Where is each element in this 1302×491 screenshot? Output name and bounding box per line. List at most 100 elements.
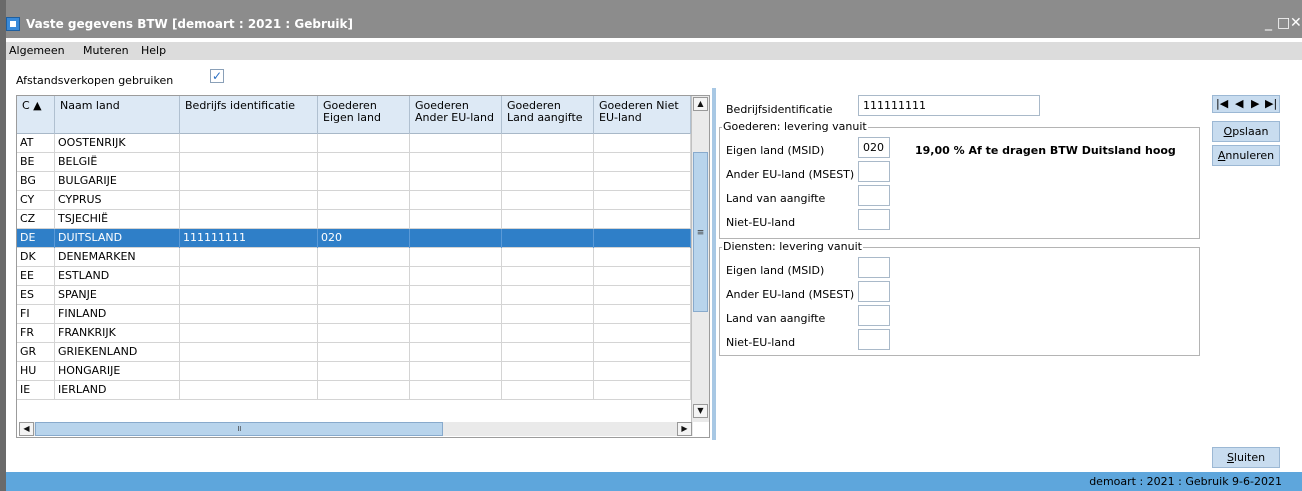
table-row[interactable]: FR FRANKRIJK xyxy=(17,324,691,343)
cell-code[interactable]: HU xyxy=(17,362,55,381)
cell-naam[interactable]: OOSTENRIJK xyxy=(55,134,180,153)
cell-eigen[interactable] xyxy=(318,286,410,305)
maximize-button[interactable]: □ xyxy=(1277,15,1290,31)
cell-code[interactable]: EE xyxy=(17,267,55,286)
cell-code[interactable]: AT xyxy=(17,134,55,153)
cell-eigen[interactable] xyxy=(318,267,410,286)
cell-eigen[interactable] xyxy=(318,248,410,267)
cell-ander[interactable] xyxy=(410,362,502,381)
col-header-eigen[interactable]: Goederen Eigen land xyxy=(318,96,410,134)
cell-naam[interactable]: FINLAND xyxy=(55,305,180,324)
cell-nieteu[interactable] xyxy=(594,210,691,229)
cell-aangifte[interactable] xyxy=(502,343,594,362)
cell-nieteu[interactable] xyxy=(594,191,691,210)
cell-ander[interactable] xyxy=(410,267,502,286)
cell-eigen[interactable]: 020 xyxy=(318,229,410,248)
cell-bedrijf[interactable] xyxy=(180,381,318,400)
goederen-eigen-input[interactable]: 020 xyxy=(858,137,890,158)
horizontal-scroll-thumb[interactable]: ॥ xyxy=(35,422,443,436)
scroll-down-icon[interactable]: ▼ xyxy=(693,404,708,418)
goederen-aangifte-input[interactable] xyxy=(858,185,890,206)
cell-eigen[interactable] xyxy=(318,191,410,210)
prev-record-icon[interactable]: ◀ xyxy=(1235,97,1243,110)
menu-algemeen[interactable]: Algemeen xyxy=(9,44,65,57)
cell-nieteu[interactable] xyxy=(594,267,691,286)
cell-aangifte[interactable] xyxy=(502,172,594,191)
cell-aangifte[interactable] xyxy=(502,381,594,400)
cell-aangifte[interactable] xyxy=(502,191,594,210)
cell-bedrijf[interactable] xyxy=(180,324,318,343)
cell-eigen[interactable] xyxy=(318,362,410,381)
diensten-aangifte-input[interactable] xyxy=(858,305,890,326)
cell-naam[interactable]: FRANKRIJK xyxy=(55,324,180,343)
cell-code[interactable]: FI xyxy=(17,305,55,324)
cell-ander[interactable] xyxy=(410,153,502,172)
cell-eigen[interactable] xyxy=(318,172,410,191)
col-header-aangifte[interactable]: Goederen Land aangifte xyxy=(502,96,594,134)
cell-bedrijf[interactable] xyxy=(180,210,318,229)
cell-naam[interactable]: DENEMARKEN xyxy=(55,248,180,267)
cell-naam[interactable]: BELGIË xyxy=(55,153,180,172)
col-header-nieteu[interactable]: Goederen Niet EU-land xyxy=(594,96,691,134)
table-row[interactable]: IE IERLAND xyxy=(17,381,691,400)
last-record-icon[interactable]: ▶| xyxy=(1265,97,1277,110)
table-row[interactable]: ES SPANJE xyxy=(17,286,691,305)
cell-bedrijf[interactable] xyxy=(180,362,318,381)
cell-nieteu[interactable] xyxy=(594,134,691,153)
cell-aangifte[interactable] xyxy=(502,267,594,286)
cell-nieteu[interactable] xyxy=(594,172,691,191)
cell-bedrijf[interactable] xyxy=(180,286,318,305)
close-button[interactable]: ✕ xyxy=(1290,15,1302,31)
cell-aangifte[interactable] xyxy=(502,324,594,343)
table-row[interactable]: CZ TSJECHIË xyxy=(17,210,691,229)
cell-code[interactable]: IE xyxy=(17,381,55,400)
panel-splitter[interactable] xyxy=(712,88,716,440)
cell-naam[interactable]: SPANJE xyxy=(55,286,180,305)
cell-bedrijf[interactable] xyxy=(180,305,318,324)
goederen-nieteu-input[interactable] xyxy=(858,209,890,230)
diensten-nieteu-input[interactable] xyxy=(858,329,890,350)
table-row[interactable]: BG BULGARIJE xyxy=(17,172,691,191)
cell-code[interactable]: BG xyxy=(17,172,55,191)
cell-bedrijf[interactable] xyxy=(180,248,318,267)
cell-bedrijf[interactable] xyxy=(180,134,318,153)
table-row[interactable]: CY CYPRUS xyxy=(17,191,691,210)
cell-eigen[interactable] xyxy=(318,343,410,362)
scroll-right-icon[interactable]: ▶ xyxy=(677,422,692,436)
cell-code[interactable]: GR xyxy=(17,343,55,362)
cell-ander[interactable] xyxy=(410,229,502,248)
cell-eigen[interactable] xyxy=(318,305,410,324)
cell-naam[interactable]: IERLAND xyxy=(55,381,180,400)
cell-nieteu[interactable] xyxy=(594,153,691,172)
cell-aangifte[interactable] xyxy=(502,305,594,324)
cell-nieteu[interactable] xyxy=(594,362,691,381)
menu-help[interactable]: Help xyxy=(141,44,166,57)
cell-aangifte[interactable] xyxy=(502,248,594,267)
cell-nieteu[interactable] xyxy=(594,324,691,343)
col-header-code[interactable]: C ▲ xyxy=(17,96,55,134)
table-row[interactable]: BE BELGIË xyxy=(17,153,691,172)
next-record-icon[interactable]: ▶ xyxy=(1251,97,1259,110)
grid-vertical-scrollbar[interactable]: ▲ ≡ ▼ xyxy=(691,96,709,422)
cell-naam[interactable]: BULGARIJE xyxy=(55,172,180,191)
diensten-eigen-input[interactable] xyxy=(858,257,890,278)
cell-ander[interactable] xyxy=(410,172,502,191)
cell-ander[interactable] xyxy=(410,134,502,153)
annuleren-button[interactable]: Annuleren xyxy=(1212,145,1280,166)
cell-eigen[interactable] xyxy=(318,210,410,229)
cell-aangifte[interactable] xyxy=(502,153,594,172)
cell-code[interactable]: BE xyxy=(17,153,55,172)
cell-code[interactable]: DK xyxy=(17,248,55,267)
cell-ander[interactable] xyxy=(410,210,502,229)
menu-muteren[interactable]: Muteren xyxy=(83,44,129,57)
cell-eigen[interactable] xyxy=(318,324,410,343)
cell-ander[interactable] xyxy=(410,343,502,362)
cell-code[interactable]: CY xyxy=(17,191,55,210)
cell-nieteu[interactable] xyxy=(594,229,691,248)
cell-code[interactable]: ES xyxy=(17,286,55,305)
cell-bedrijf[interactable] xyxy=(180,267,318,286)
cell-ander[interactable] xyxy=(410,286,502,305)
cell-eigen[interactable] xyxy=(318,153,410,172)
cell-ander[interactable] xyxy=(410,305,502,324)
opslaan-button[interactable]: Opslaan xyxy=(1212,121,1280,142)
